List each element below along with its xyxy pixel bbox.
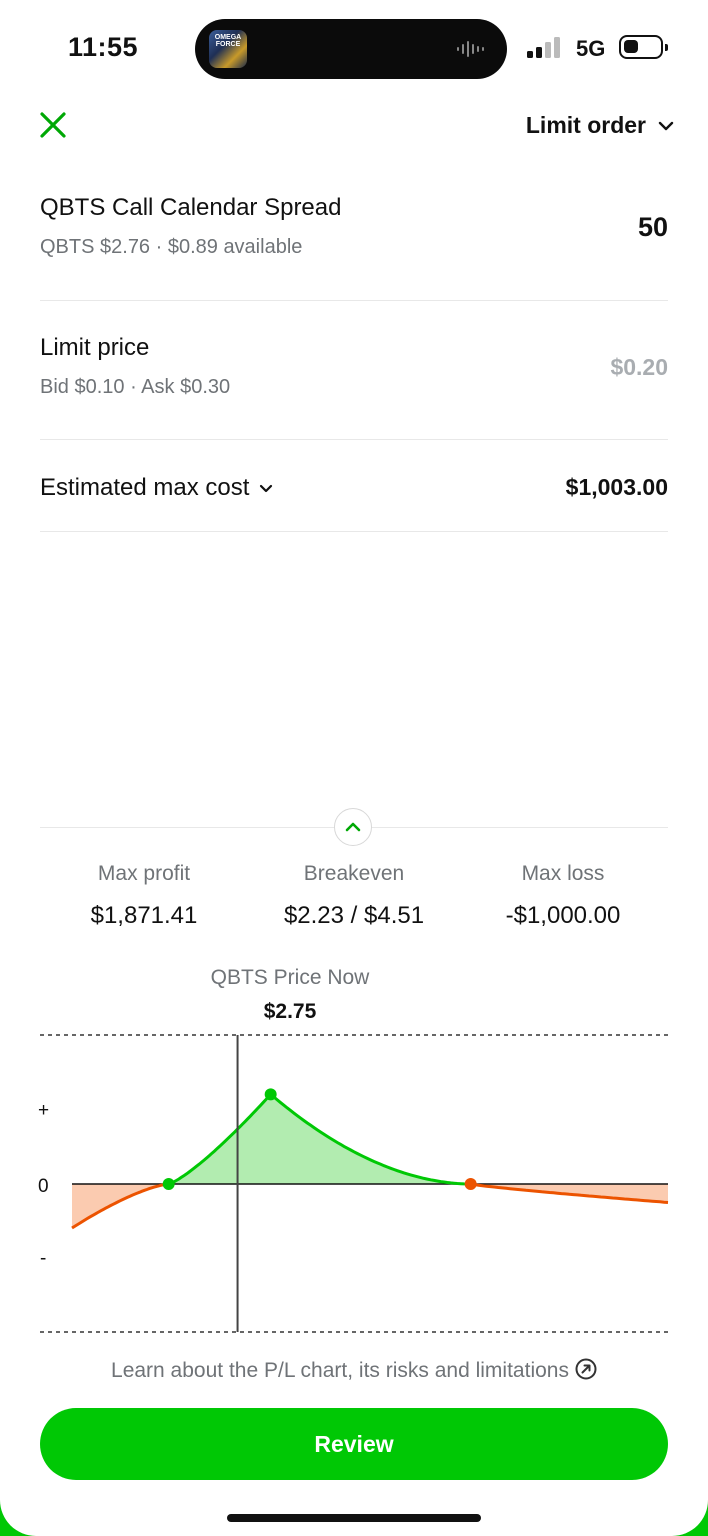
bid-ask-text: Bid $0.10 · Ask $0.30 [40,376,231,398]
estimated-cost-row: Estimated max cost $1,003.00 [40,474,668,502]
max-loss-label: Max loss [521,862,605,885]
chevron-down-icon [658,121,674,130]
loss-area-left [72,1184,169,1228]
order-sheet: 11:55 OMEGA FORCE 5G Limit order QBTS Ca… [0,0,708,1536]
status-time: 11:55 [68,32,139,62]
home-indicator [227,1514,481,1522]
quantity-input[interactable]: 50 [638,212,668,243]
thumbnail-text: OMEGA FORCE [214,34,242,48]
external-link-icon [575,1358,597,1380]
max-profit-stat: Max profit $1,871.41 [44,862,244,930]
position-row: QBTS Call Calendar Spread QBTS $2.76 · $… [40,194,668,259]
breakeven-label: Breakeven [303,862,405,885]
limit-price-title: Limit price [40,334,150,361]
audio-wave-icon [457,41,484,57]
limit-price-input[interactable]: $0.20 [610,354,668,381]
divider [40,531,668,532]
divider [40,439,668,440]
learn-link[interactable]: Learn about the P/L chart, its risks and… [0,1358,708,1383]
network-type: 5G [576,36,606,61]
position-subtitle: QBTS $2.76 · $0.89 available [40,236,303,258]
estimated-cost-label: Estimated max cost [40,474,250,501]
pl-chart[interactable]: + 0 - [0,1024,708,1344]
breakeven-point-lower [162,1178,175,1190]
now-playing-thumbnail: OMEGA FORCE [209,30,247,68]
expand-chart-button[interactable] [334,808,372,846]
y-tick-minus: - [40,1248,46,1269]
profit-area [168,1094,471,1184]
current-price-label: $2.75 [263,1000,317,1023]
divider [40,300,668,301]
breakeven-value: $2.23 / $4.51 [283,902,425,929]
learn-link-text: Learn about the P/L chart, its risks and… [111,1359,569,1382]
chevron-up-icon [345,822,361,832]
chevron-down-icon [260,484,273,492]
breakeven-stat: Breakeven $2.23 / $4.51 [254,862,454,930]
y-tick-plus: + [38,1100,49,1121]
max-loss-value: -$1,000.00 [505,902,621,929]
max-profit-value: $1,871.41 [90,902,198,929]
cellular-signal-icon [527,37,560,58]
review-button[interactable]: Review [40,1408,668,1480]
y-tick-zero: 0 [38,1176,49,1197]
max-profit-point [264,1088,277,1101]
close-icon[interactable] [36,108,70,142]
limit-price-row: Limit price Bid $0.10 · Ask $0.30 $0.20 [40,334,668,399]
chart-title: QBTS Price Now [210,966,370,989]
battery-icon [619,35,668,59]
order-type-selector[interactable]: Limit order [526,112,674,139]
max-loss-stat: Max loss -$1,000.00 [463,862,663,930]
estimated-cost-value: $1,003.00 [565,474,668,500]
position-title: QBTS Call Calendar Spread [40,194,342,221]
dynamic-island: OMEGA FORCE [195,19,507,79]
order-type-label: Limit order [525,112,646,138]
max-profit-label: Max profit [97,862,191,885]
breakeven-point-upper [464,1178,477,1190]
